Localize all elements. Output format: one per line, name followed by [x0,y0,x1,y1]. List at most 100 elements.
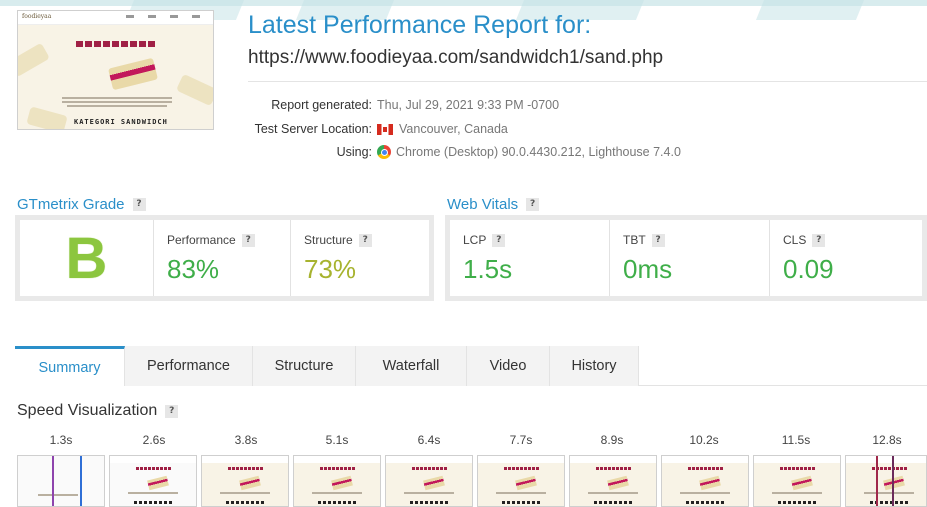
cls-cell: CLS ? 0.09 [770,220,922,296]
help-icon[interactable]: ? [241,233,255,247]
tab-video[interactable]: Video [467,346,550,386]
thumbnail-nav-item [126,15,134,18]
thumbnail-sandwich-image [26,106,68,129]
filmstrip-time: 3.8s [234,433,258,447]
report-title: Latest Performance Report for: [248,11,592,39]
frame-hero-image [607,475,629,491]
page-screenshot-thumbnail[interactable]: foodieyaa KATEGORI SANDWIDCH [17,10,214,130]
frame-heading [688,467,724,470]
report-url[interactable]: https://www.foodieyaa.com/sandwidch1/san… [248,47,663,69]
frame-hero-image [147,475,169,491]
frame-text [312,492,362,494]
filmstrip-time: 6.4s [417,433,441,447]
frame-hero-image [515,475,537,491]
test-server-location-row: Test Server Location: Vancouver, Canada [248,122,508,136]
help-icon[interactable]: ? [651,233,665,247]
frame-text [864,492,914,494]
filmstrip-frame[interactable] [385,455,473,507]
meta-label: Test Server Location: [254,122,372,136]
thumbnail-paragraph-line [62,101,172,103]
report-tabs: Summary Performance Structure Waterfall … [15,346,927,386]
lcp-marker [876,456,878,506]
filmstrip-frame[interactable] [109,455,197,507]
gtmetrix-grade-panel: B Performance ? 83% Structure ? 73% [15,215,434,301]
meta-label: Report generated: [271,98,372,112]
help-icon[interactable]: ? [165,404,179,418]
cls-label-row: CLS ? [783,233,826,247]
filmstrip-frame[interactable] [201,455,289,507]
tab-structure[interactable]: Structure [253,346,356,386]
frame-navbar [570,456,656,463]
frame-footer [686,501,724,504]
frame-navbar [478,456,564,463]
contentful-paint-marker [80,456,82,506]
help-icon[interactable]: ? [526,198,540,211]
speed-visualization-heading: Speed Visualization ? [17,402,179,420]
location-text: Vancouver, Canada [399,122,508,136]
help-icon[interactable]: ? [812,233,826,247]
frame-heading [320,467,356,470]
tbt-value: 0ms [623,254,673,284]
lcp-value: 1.5s [463,254,513,284]
tab-performance[interactable]: Performance [125,346,253,386]
filmstrip-time: 12.8s [872,433,902,447]
frame-hero-image [883,475,905,491]
performance-score-cell: Performance ? 83% [154,220,291,296]
tab-summary[interactable]: Summary [15,346,125,386]
report-generated-row: Report generated: Thu, Jul 29, 2021 9:33… [248,98,559,112]
canada-flag-icon [377,123,393,135]
header-divider [248,81,927,82]
filmstrip-time: 1.3s [49,433,73,447]
frame-navbar [202,456,288,463]
filmstrip-time: 7.7s [509,433,533,447]
tab-history[interactable]: History [550,346,639,386]
thumbnail-heading [76,41,155,47]
filmstrip-frame[interactable] [845,455,927,507]
filmstrip-frame[interactable] [753,455,841,507]
filmstrip-frame[interactable] [293,455,381,507]
structure-label: Structure [304,233,353,247]
filmstrip-time: 10.2s [689,433,719,447]
cls-label: CLS [783,233,807,247]
frame-text [588,492,638,494]
chrome-icon [377,145,391,159]
lcp-label: LCP [463,233,487,247]
frame-footer [502,501,540,504]
cls-value: 0.09 [783,254,834,284]
thumbnail-footer-text: KATEGORI SANDWIDCH [74,118,168,126]
filmstrip-frame[interactable] [17,455,105,507]
tab-waterfall[interactable]: Waterfall [356,346,467,386]
meta-label: Using: [336,145,372,159]
thumbnail-paragraph-line [62,97,172,99]
frame-navbar [110,456,196,463]
frame-navbar [662,456,748,463]
frame-footer [318,501,356,504]
thumbnail-sandwich-image [175,73,213,107]
tbt-label: TBT [623,233,646,247]
frame-heading [136,467,172,470]
frame-footer [778,501,816,504]
filmstrip-time: 2.6s [142,433,166,447]
thumbnail-paragraph-line [67,105,167,107]
thumbnail-nav-item [170,15,178,18]
filmstrip-frame[interactable] [661,455,749,507]
filmstrip-frame[interactable] [569,455,657,507]
frame-text [496,492,546,494]
grade-cell: B [20,220,154,296]
help-icon[interactable]: ? [358,233,372,247]
fully-loaded-marker [892,456,894,506]
thumbnail-logo: foodieyaa [22,13,52,20]
frame-text [772,492,822,494]
thumbnail-nav-item [148,15,156,18]
filmstrip-frame[interactable] [477,455,565,507]
speed-visualization-title: Speed Visualization [17,402,158,419]
report-generated-value: Thu, Jul 29, 2021 9:33 PM -0700 [377,98,560,112]
performance-score: 83% [167,254,220,284]
frame-footer [226,501,264,504]
frame-heading [596,467,632,470]
help-icon[interactable]: ? [132,198,146,211]
frame-footer [134,501,172,504]
filmstrip-time: 11.5s [781,433,811,447]
thumbnail-hero-sandwich [108,57,158,91]
help-icon[interactable]: ? [492,233,506,247]
